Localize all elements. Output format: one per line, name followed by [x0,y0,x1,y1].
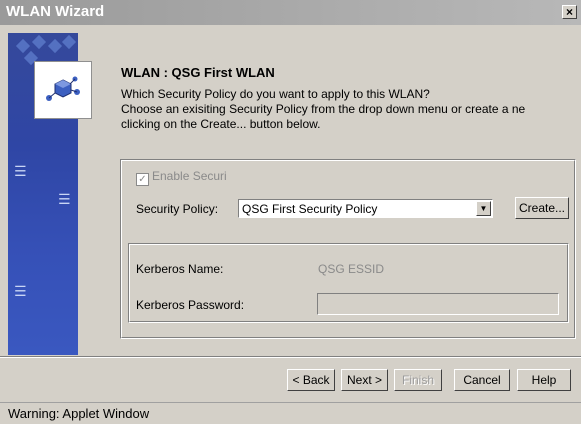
kerberos-password-field[interactable] [317,293,559,315]
finish-button[interactable]: Finish [394,369,442,391]
divider [0,356,581,358]
description-line: Which Security Policy do you want to app… [121,87,430,101]
create-label: Create... [518,201,566,215]
kerberos-password-label: Kerberos Password: [136,298,245,312]
cube-decoration [47,38,63,54]
finish-label: Finish [401,373,434,387]
wifi-signal-icon: ☰ [14,284,27,300]
security-policy-value: QSG First Security Policy [242,202,378,216]
enable-security-label: Enable Securi [152,169,227,183]
cube-decoration [31,34,47,50]
description-line: clicking on the Create... button below. [121,117,321,131]
back-label: < Back [292,373,330,387]
status-bar: Warning: Applet Window [0,402,581,424]
cancel-label: Cancel [463,373,501,387]
kerberos-name-label: Kerberos Name: [136,262,224,276]
security-policy-label: Security Policy: [136,202,219,216]
enable-security-checkbox[interactable]: ✓ Enable Securi [136,169,227,186]
kerberos-name-value: QSG ESSID [318,262,385,276]
close-icon: × [565,5,573,19]
help-label: Help [531,373,557,387]
chevron-down-icon[interactable]: ▼ [476,201,491,216]
create-button[interactable]: Create... [515,197,569,219]
cancel-button[interactable]: Cancel [454,369,510,391]
help-button[interactable]: Help [517,369,571,391]
close-button[interactable]: × [562,5,577,19]
cube-decoration [61,34,77,50]
network-cubes-icon [34,61,92,119]
title-bar[interactable]: WLAN Wizard × [0,0,581,25]
next-button[interactable]: Next > [341,369,388,391]
security-policy-select[interactable]: QSG First Security Policy ▼ [238,199,493,218]
status-text: Warning: Applet Window [8,406,150,421]
description-line: Choose an exisiting Security Policy from… [121,102,526,116]
checkbox-check-icon: ✓ [136,173,149,186]
back-button[interactable]: < Back [287,369,335,391]
description: Which Security Policy do you want to app… [121,87,576,132]
window-title: WLAN Wizard [6,3,105,20]
wifi-signal-icon: ☰ [58,192,71,208]
next-label: Next > [346,373,382,387]
wlan-title: WLAN : QSG First WLAN [121,65,275,80]
cube-decoration [15,38,31,54]
wifi-signal-icon: ☰ [14,164,27,180]
wlan-wizard-window: WLAN Wizard × ☰ ☰ ☰ WLAN : QSG First WLA… [0,0,581,424]
